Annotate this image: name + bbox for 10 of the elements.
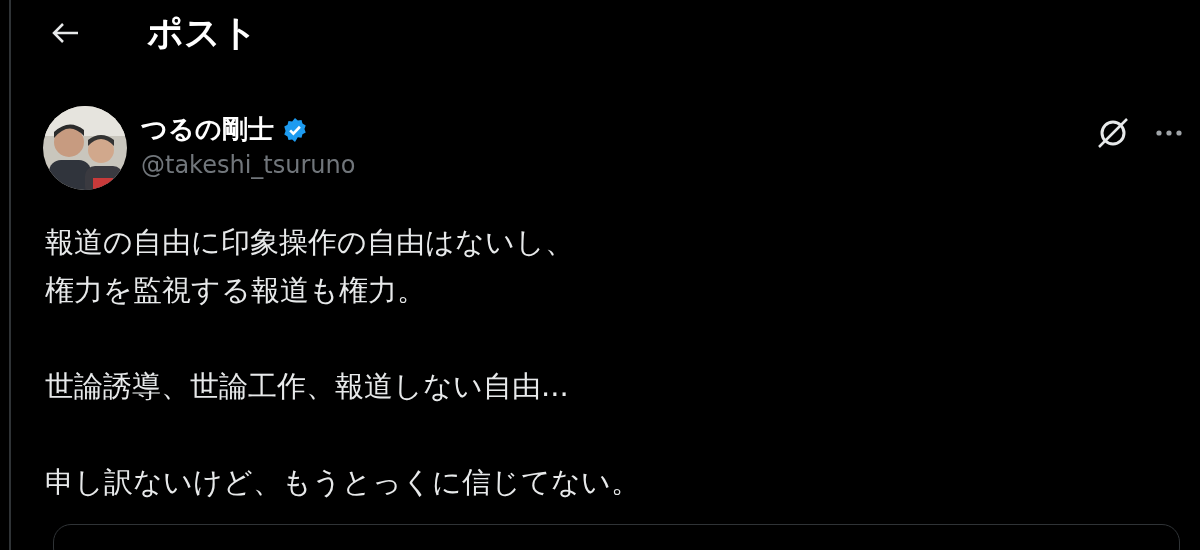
post-text-line: 世論誘導、世論工作、報道しない自由...	[45, 368, 569, 405]
author-name[interactable]: つるの剛士	[141, 112, 274, 147]
slashed-circle-icon[interactable]	[1096, 116, 1130, 150]
page-title: ポスト	[147, 10, 258, 55]
back-arrow-icon[interactable]	[51, 22, 79, 44]
more-icon[interactable]	[1156, 130, 1182, 136]
post-text-line: 申し訳ないけど、もうとっくに信じてない。	[45, 464, 640, 501]
post-text-line: 権力を監視する報道も権力。	[45, 272, 426, 309]
author-handle[interactable]: @takeshi_tsuruno	[141, 151, 356, 179]
post-text-line: 報道の自由に印象操作の自由はないし、	[45, 224, 574, 261]
